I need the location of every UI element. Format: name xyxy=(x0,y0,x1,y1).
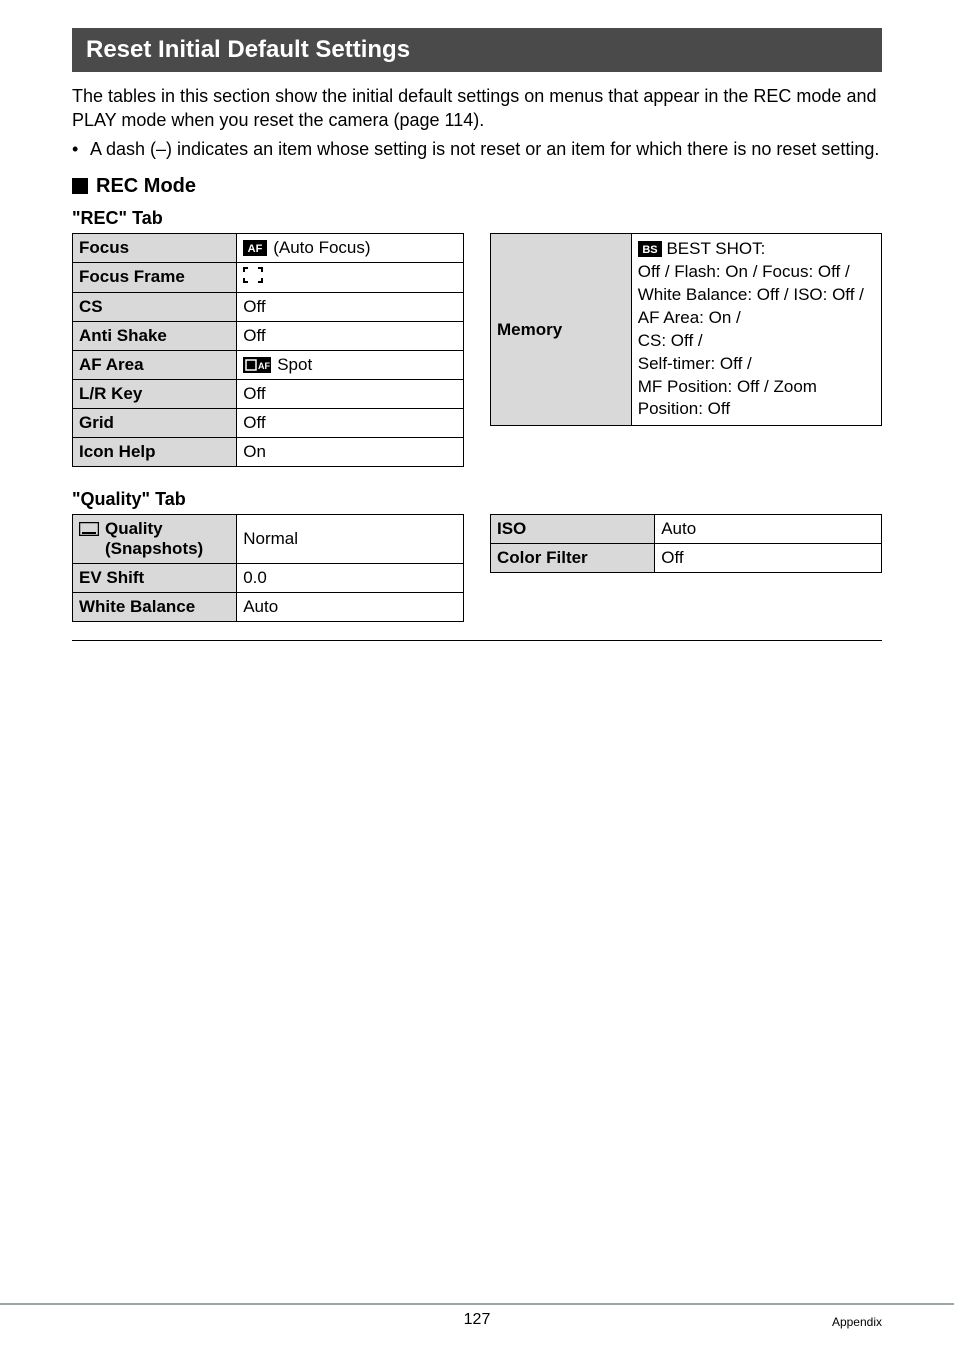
table-row: EV Shift 0.0 xyxy=(73,563,464,592)
svg-text:AF: AF xyxy=(248,243,263,255)
table-row: AF Area AF Spot xyxy=(73,350,464,379)
cell-label: AF Area xyxy=(73,350,237,379)
cell-value: BS BEST SHOT: Off / Flash: On / Focus: O… xyxy=(631,233,881,426)
cell-label: White Balance xyxy=(73,592,237,621)
cell-text: Spot xyxy=(277,355,312,375)
cell-label: Anti Shake xyxy=(73,321,237,350)
cell-value: Off xyxy=(237,408,464,437)
section-banner: Reset Initial Default Settings xyxy=(72,28,882,72)
cell-value: 0.0 xyxy=(237,563,464,592)
cell-value xyxy=(237,262,464,292)
cell-label: Focus Frame xyxy=(73,262,237,292)
cell-value: Off xyxy=(237,321,464,350)
intro-text: The tables in this section show the init… xyxy=(72,84,882,133)
cell-value: Auto xyxy=(237,592,464,621)
table-row: Focus AF (Auto Focus) xyxy=(73,233,464,262)
cell-label: Color Filter xyxy=(491,543,655,572)
cell-label: EV Shift xyxy=(73,563,237,592)
quality-right-table: ISO Auto Color Filter Off xyxy=(490,514,882,573)
quality-right-col: ISO Auto Color Filter Off xyxy=(490,514,882,573)
cell-value: Off xyxy=(237,292,464,321)
table-row: Color Filter Off xyxy=(491,543,882,572)
cell-value: Normal xyxy=(237,514,464,563)
table-row: Focus Frame xyxy=(73,262,464,292)
cell-value: AF Spot xyxy=(237,350,464,379)
table-row: Anti Shake Off xyxy=(73,321,464,350)
rec-right-col: Memory BS BEST SHOT: Off / Flash: On / F… xyxy=(490,233,882,427)
rec-mode-heading: REC Mode xyxy=(72,175,882,198)
memory-first-line: BEST SHOT: xyxy=(662,239,766,258)
cell-value: Off xyxy=(237,379,464,408)
quality-left-col: Quality (Snapshots) Normal EV Shift 0.0 … xyxy=(72,514,464,622)
spot-icon: AF xyxy=(243,357,271,373)
cell-label: L/R Key xyxy=(73,379,237,408)
snapshot-icon xyxy=(79,522,99,536)
rec-left-table: Focus AF (Auto Focus) Focus Frame xyxy=(72,233,464,467)
memory-lines: Off / Flash: On / Focus: Off / White Bal… xyxy=(638,262,864,419)
page-number: 127 xyxy=(464,1311,491,1329)
cell-value: On xyxy=(237,437,464,466)
quality-left-table: Quality (Snapshots) Normal EV Shift 0.0 … xyxy=(72,514,464,622)
table-row: Memory BS BEST SHOT: Off / Flash: On / F… xyxy=(491,233,882,426)
cell-text: (Auto Focus) xyxy=(273,238,370,258)
table-row: Grid Off xyxy=(73,408,464,437)
table-row: Icon Help On xyxy=(73,437,464,466)
bullet-text: A dash (–) indicates an item whose setti… xyxy=(90,137,879,161)
cell-label-text: Quality (Snapshots) xyxy=(105,519,230,559)
table-row: CS Off xyxy=(73,292,464,321)
page-footer: 127 Appendix xyxy=(0,1303,954,1335)
svg-text:AF: AF xyxy=(258,361,270,371)
cell-label: ISO xyxy=(491,514,655,543)
cell-value: Off xyxy=(655,543,882,572)
square-icon xyxy=(72,178,88,194)
cell-label: Icon Help xyxy=(73,437,237,466)
rec-tab-heading: "REC" Tab xyxy=(72,208,882,229)
focus-frame-icon xyxy=(243,267,263,283)
rec-tables: Focus AF (Auto Focus) Focus Frame xyxy=(72,233,882,467)
quality-tables: Quality (Snapshots) Normal EV Shift 0.0 … xyxy=(72,514,882,622)
rec-mode-label: REC Mode xyxy=(96,175,196,198)
cell-label: CS xyxy=(73,292,237,321)
cell-label: Focus xyxy=(73,233,237,262)
cell-label: Grid xyxy=(73,408,237,437)
af-icon: AF xyxy=(243,240,267,256)
cell-value: AF (Auto Focus) xyxy=(237,233,464,262)
cell-label: Quality (Snapshots) xyxy=(73,514,237,563)
table-row: ISO Auto xyxy=(491,514,882,543)
page: Reset Initial Default Settings The table… xyxy=(0,0,954,1357)
rec-right-table: Memory BS BEST SHOT: Off / Flash: On / F… xyxy=(490,233,882,427)
cell-value: Auto xyxy=(655,514,882,543)
table-row: L/R Key Off xyxy=(73,379,464,408)
quality-tab-heading: "Quality" Tab xyxy=(72,489,882,510)
bs-icon: BS xyxy=(638,241,662,257)
cell-label: Memory xyxy=(491,233,632,426)
table-row: Quality (Snapshots) Normal xyxy=(73,514,464,563)
bullet-note: • A dash (–) indicates an item whose set… xyxy=(72,137,882,161)
footer-section: Appendix xyxy=(832,1315,882,1329)
bullet-marker: • xyxy=(72,137,90,161)
svg-text:BS: BS xyxy=(642,244,657,256)
table-row: White Balance Auto xyxy=(73,592,464,621)
divider xyxy=(72,640,882,641)
rec-left-col: Focus AF (Auto Focus) Focus Frame xyxy=(72,233,464,467)
